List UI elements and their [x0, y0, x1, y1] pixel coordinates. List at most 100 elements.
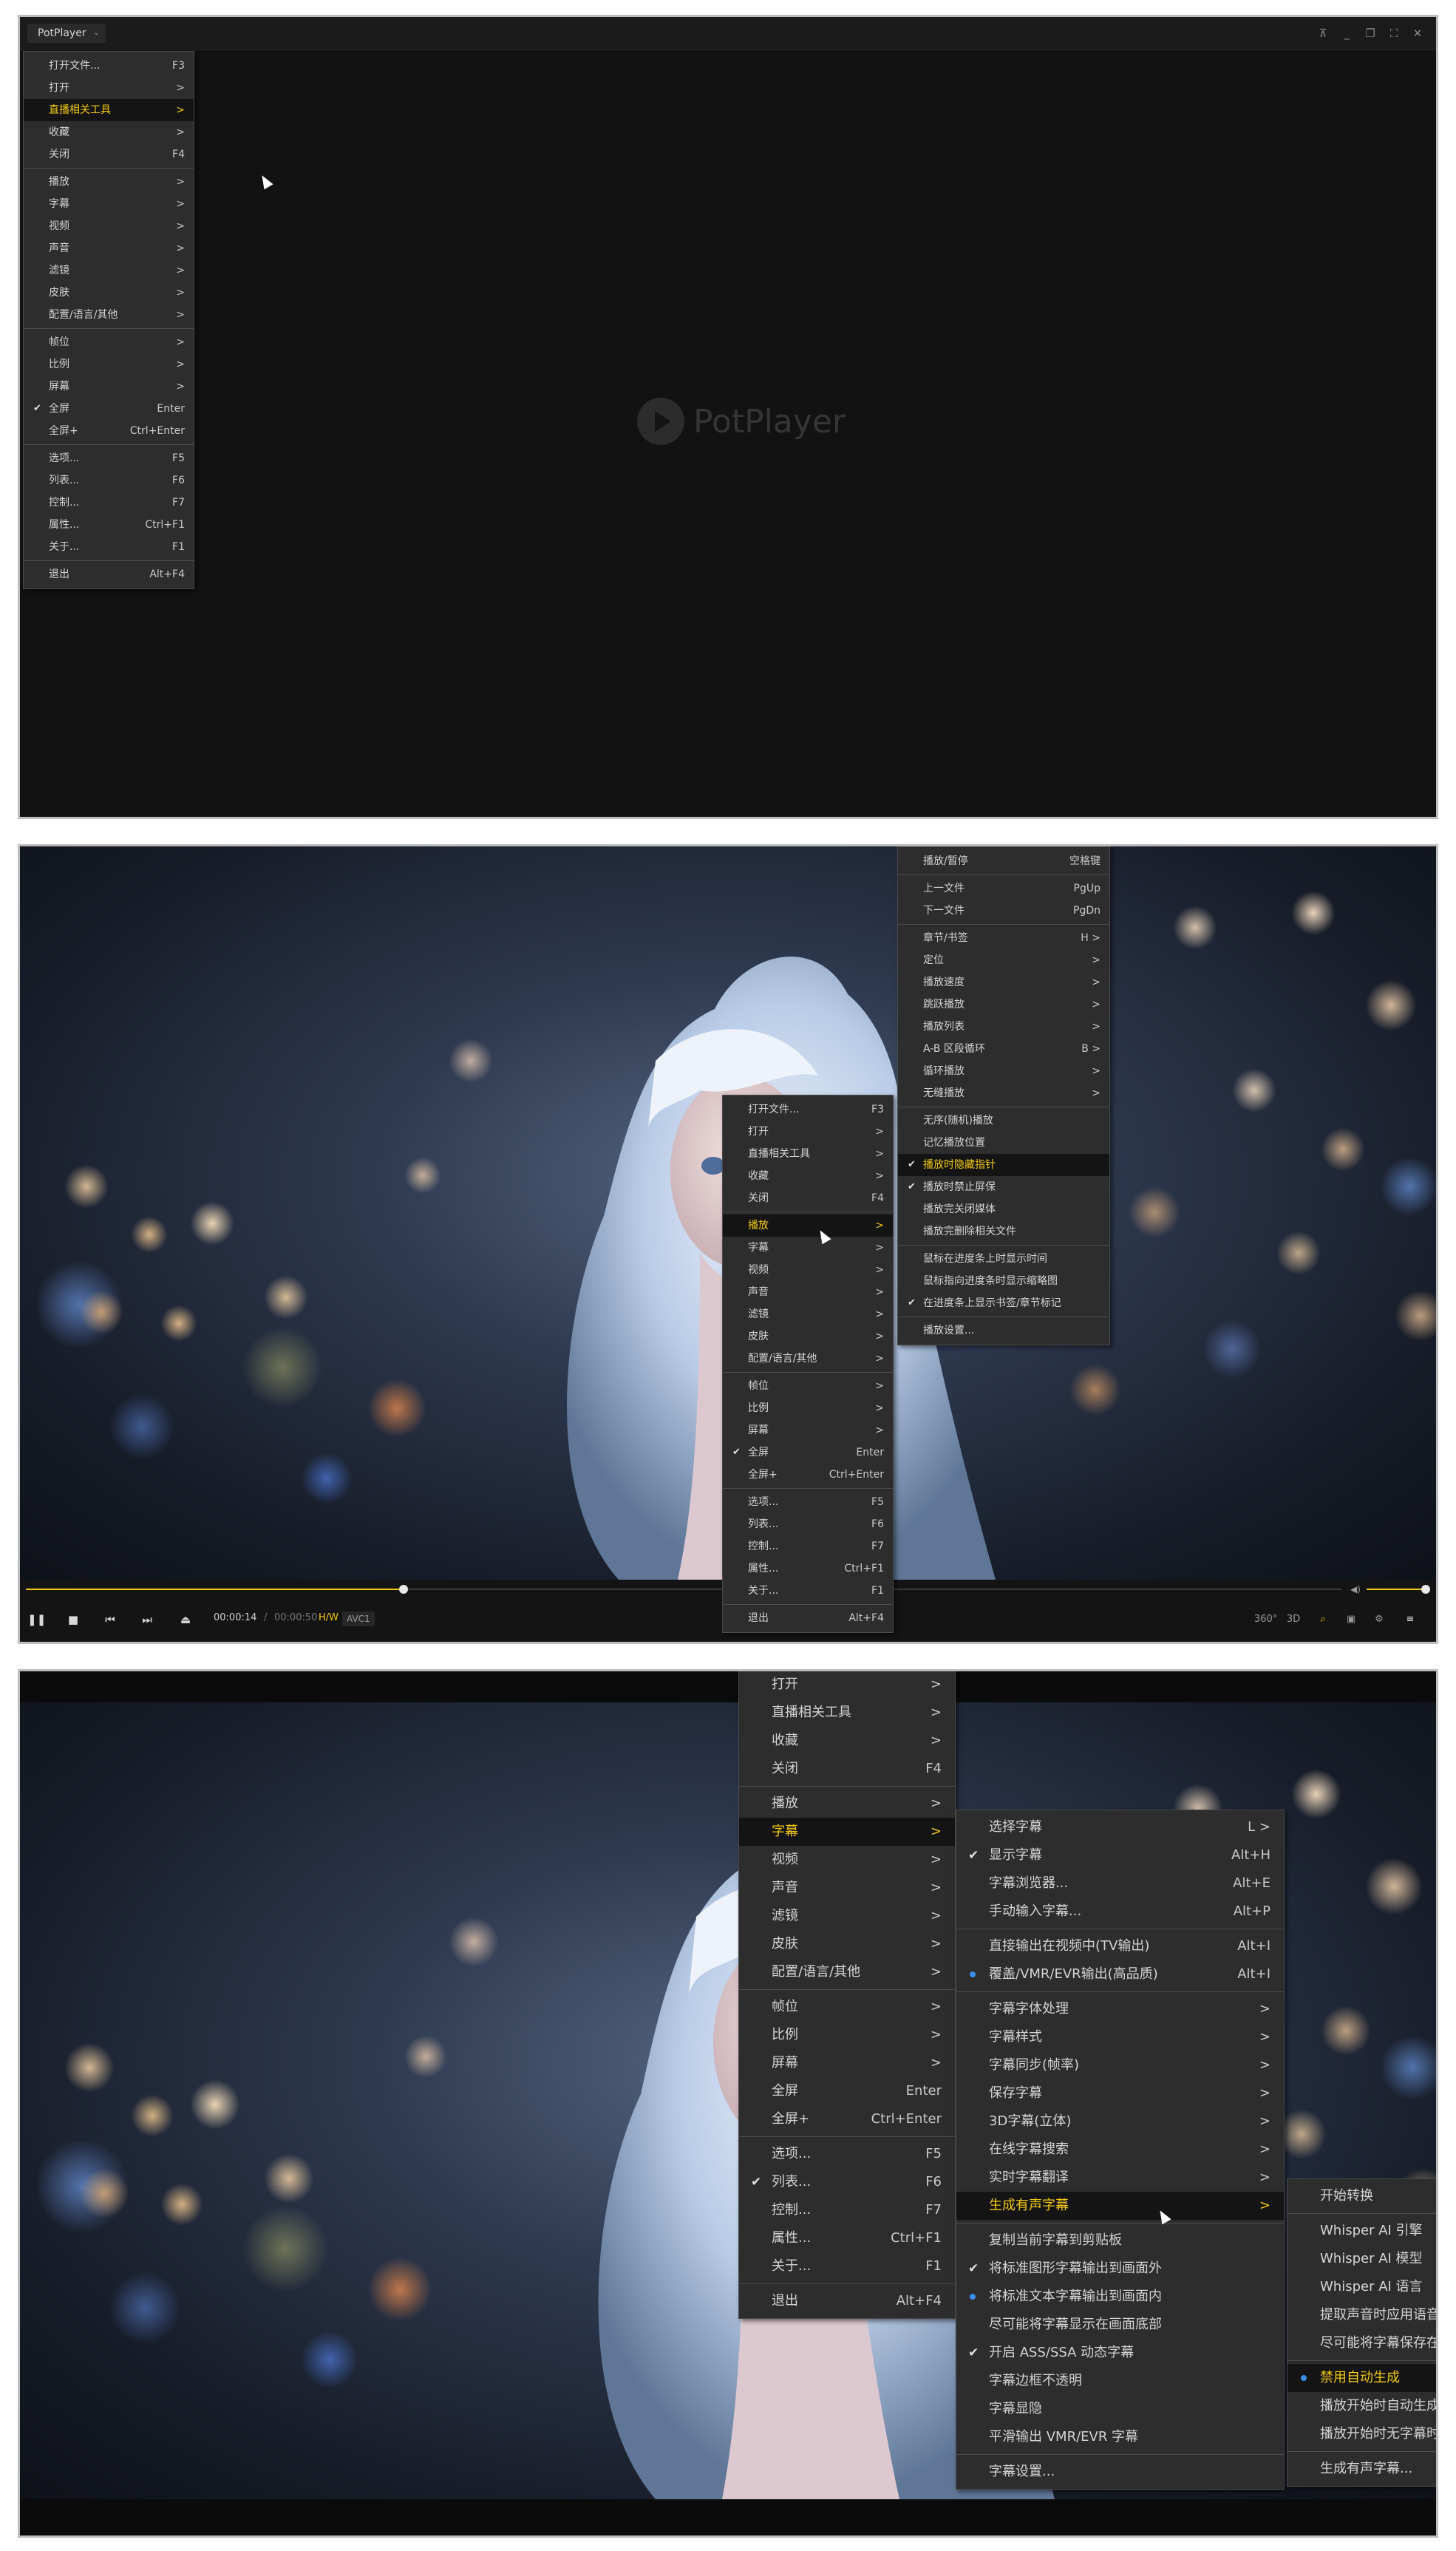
menu-item[interactable]: 选择字幕 L > [956, 1813, 1284, 1841]
menu-item[interactable]: 比例 > [723, 1397, 893, 1419]
menu-item[interactable]: ✔ 开启 ASS/SSA 动态字幕 [956, 2339, 1284, 2367]
menu-item[interactable]: 直播相关工具 > [24, 99, 194, 121]
menu-item[interactable]: 配置/语言/其他 > [24, 304, 194, 326]
subtitle-search-icon[interactable]: ⌕ [1313, 1611, 1333, 1628]
menu-item[interactable]: 下一文件 PgDn [898, 900, 1109, 922]
menu-item[interactable]: 跳跃播放 > [898, 993, 1109, 1016]
menu-item[interactable]: 关闭 F4 [739, 1755, 955, 1783]
menu-item[interactable]: Whisper AI 模型 [1287, 2245, 1436, 2273]
app-menu-button[interactable]: PotPlayer ⌄ [27, 24, 106, 43]
menu-item[interactable]: 平滑输出 VMR/EVR 字幕 [956, 2423, 1284, 2451]
menu-item[interactable]: 比例 > [24, 353, 194, 376]
menu-item[interactable]: ✔ 播放时禁止屏保 [898, 1176, 1109, 1198]
menu-item[interactable]: 帧位 > [24, 331, 194, 353]
menu-item[interactable]: 播放完删除相关文件 [898, 1220, 1109, 1243]
menu-item[interactable]: 屏幕 > [24, 376, 194, 398]
menu-item[interactable]: 全屏+ Ctrl+Enter [739, 2105, 955, 2133]
menu-item[interactable]: 字幕 > [739, 1818, 955, 1846]
menu-item[interactable]: 控制... F7 [739, 2196, 955, 2224]
menu-item[interactable]: 属性... Ctrl+F1 [24, 514, 194, 536]
menu-item[interactable]: 3D字幕(立体) > [956, 2107, 1284, 2136]
menu-item[interactable]: 配置/语言/其他 > [739, 1958, 955, 1986]
restore-icon[interactable]: ❐ [1361, 24, 1380, 42]
next-icon[interactable]: ⏭ [138, 1611, 156, 1628]
menu-item[interactable]: 禁用自动生成 [1287, 2364, 1436, 2392]
menu-item[interactable]: 帧位 > [739, 1993, 955, 2021]
menu-item[interactable]: 覆盖/VMR/EVR输出(高品质) Alt+I [956, 1960, 1284, 1988]
menu-item[interactable]: 提取声音时应用语音 [1287, 2301, 1436, 2329]
menu-item[interactable]: 生成有声字幕... [1287, 2455, 1436, 2483]
volume-icon[interactable]: ◀) [1350, 1584, 1361, 1594]
menu-item[interactable]: 视频 > [24, 215, 194, 237]
menu-item[interactable]: 列表... F6 [723, 1513, 893, 1535]
menu-item[interactable]: 播放开始时无字幕时 [1287, 2420, 1436, 2448]
vr-360-button[interactable]: 360° [1254, 1611, 1277, 1628]
menu-item[interactable]: 记忆播放位置 [898, 1132, 1109, 1154]
menu-item[interactable]: 无缝播放 > [898, 1082, 1109, 1104]
menu-item[interactable]: 打开文件... F3 [723, 1098, 893, 1121]
menu-item[interactable]: 控制... F7 [723, 1535, 893, 1558]
menu-item[interactable]: ✔ 在进度条上显示书签/章节标记 [898, 1292, 1109, 1314]
menu-item[interactable]: A-B 区段循环 B > [898, 1038, 1109, 1060]
menu-item[interactable]: 直播相关工具 > [723, 1143, 893, 1165]
menu-item[interactable]: 字幕 > [24, 193, 194, 215]
menu-item[interactable]: 播放完关闭媒体 [898, 1198, 1109, 1220]
menu-item[interactable]: 打开文件... F3 [24, 55, 194, 77]
menu-item[interactable]: 播放 > [739, 1790, 955, 1818]
menu-item[interactable]: 视频 > [723, 1259, 893, 1281]
menu-item[interactable]: 皮肤 > [739, 1930, 955, 1958]
volume-slider[interactable] [1367, 1585, 1430, 1594]
menu-item[interactable]: 收藏 > [24, 121, 194, 143]
menu-item[interactable]: 关于... F1 [723, 1580, 893, 1602]
menu-item[interactable]: 皮肤 > [723, 1325, 893, 1348]
menu-item[interactable]: 字幕浏览器... Alt+E [956, 1869, 1284, 1898]
seek-bar[interactable] [26, 1585, 1341, 1594]
menu-item[interactable]: 将标准文本字幕输出到画面内 [956, 2283, 1284, 2311]
menu-item[interactable]: ✔ 将标准图形字幕输出到画面外 [956, 2255, 1284, 2283]
menu-item[interactable]: 鼠标在进度条上时显示时间 [898, 1248, 1109, 1270]
menu-item[interactable]: 关闭 F4 [24, 143, 194, 166]
menu-item[interactable]: 滤镜 > [739, 1902, 955, 1930]
menu-item[interactable]: 播放设置... [898, 1319, 1109, 1342]
menu-item[interactable]: 屏幕 > [723, 1419, 893, 1441]
menu-item[interactable]: 尽可能将字幕保存在 [1287, 2329, 1436, 2357]
menu-icon[interactable]: ≡ [1401, 1611, 1420, 1628]
menu-item[interactable]: 字幕同步(帧率) > [956, 2051, 1284, 2079]
menu-item[interactable]: 皮肤 > [24, 282, 194, 304]
menu-item[interactable]: 保存字幕 > [956, 2079, 1284, 2107]
fullscreen-icon[interactable]: ⛶ [1384, 24, 1404, 42]
menu-item[interactable]: 视频 > [739, 1846, 955, 1874]
menu-item[interactable]: 关闭 F4 [723, 1187, 893, 1209]
menu-item[interactable]: 声音 > [723, 1281, 893, 1303]
menu-item[interactable]: 全屏 Enter [739, 2077, 955, 2105]
menu-item[interactable]: 滤镜 > [723, 1303, 893, 1325]
menu-item[interactable]: 列表... F6 [24, 469, 194, 492]
menu-item[interactable]: 复制当前字幕到剪贴板 [956, 2226, 1284, 2255]
3d-button[interactable]: 3D [1284, 1611, 1303, 1628]
menu-item[interactable]: Whisper AI 引擎 [1287, 2217, 1436, 2245]
menu-item[interactable]: 章节/书签 H > [898, 927, 1109, 949]
menu-item[interactable]: 播放 > [24, 171, 194, 193]
menu-item[interactable]: Whisper AI 语言 [1287, 2273, 1436, 2301]
menu-item[interactable]: 退出 Alt+F4 [723, 1607, 893, 1629]
menu-item[interactable]: 声音 > [739, 1874, 955, 1902]
previous-icon[interactable]: ⏮ [101, 1611, 119, 1628]
menu-item[interactable]: 选项... F5 [723, 1491, 893, 1513]
menu-item[interactable]: 无序(随机)播放 [898, 1110, 1109, 1132]
menu-item[interactable]: 直播相关工具 > [739, 1699, 955, 1727]
menu-item[interactable]: 在线字幕搜索 > [956, 2136, 1284, 2164]
menu-item[interactable]: 鼠标指向进度条时显示缩略图 [898, 1270, 1109, 1292]
close-icon[interactable]: ✕ [1408, 24, 1427, 42]
menu-item[interactable]: 播放/暂停 空格键 [898, 850, 1109, 872]
menu-item[interactable]: ✔ 全屏 Enter [723, 1441, 893, 1464]
menu-item[interactable]: 播放列表 > [898, 1016, 1109, 1038]
menu-item[interactable]: 选项... F5 [24, 447, 194, 469]
menu-item[interactable]: ✔ 列表... F6 [739, 2168, 955, 2196]
hw-decoder-badge[interactable]: H/W [319, 1612, 339, 1623]
menu-item[interactable]: ✔ 全屏 Enter [24, 398, 194, 420]
menu-item[interactable]: 帧位 > [723, 1375, 893, 1397]
pin-icon[interactable]: ⊼ [1313, 24, 1333, 42]
menu-item[interactable]: ✔ 显示字幕 Alt+H [956, 1841, 1284, 1869]
menu-item[interactable]: 打开 > [723, 1121, 893, 1143]
menu-item[interactable]: 比例 > [739, 2021, 955, 2049]
